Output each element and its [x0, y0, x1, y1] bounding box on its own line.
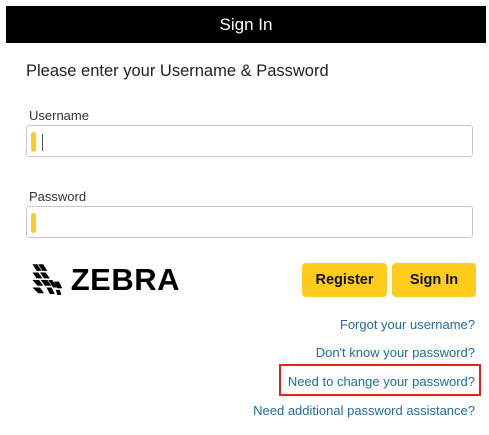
username-field[interactable] [26, 125, 473, 157]
change-password-link[interactable]: Need to change your password? [288, 374, 475, 389]
zebra-logo: ZEBRA [30, 258, 180, 302]
password-assistance-link[interactable]: Need additional password assistance? [253, 403, 475, 418]
dont-know-password-link[interactable]: Don't know your password? [316, 345, 475, 360]
sign-in-page: Sign In Please enter your Username & Pas… [0, 0, 489, 435]
zebra-head-icon [32, 264, 63, 295]
header-bar: Sign In [6, 6, 486, 43]
forgot-username-link[interactable]: Forgot your username? [340, 317, 475, 332]
field-accent-marker [31, 132, 36, 152]
sign-in-button[interactable]: Sign In [392, 263, 476, 297]
password-label: Password [29, 189, 87, 204]
page-title: Sign In [219, 14, 273, 34]
instruction-text: Please enter your Username & Password [26, 62, 329, 80]
field-accent-marker [31, 213, 36, 233]
zebra-wordmark: ZEBRA [70, 262, 180, 297]
text-caret [42, 134, 43, 151]
register-button[interactable]: Register [302, 263, 387, 297]
password-field[interactable] [26, 206, 473, 238]
username-label: Username [29, 108, 89, 123]
